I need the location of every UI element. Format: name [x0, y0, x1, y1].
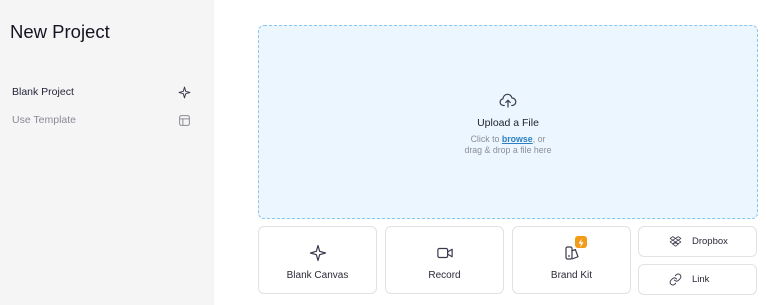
- brand-kit-button[interactable]: Brand Kit: [512, 226, 631, 294]
- upload-hint-line2: drag & drop a file here: [464, 144, 552, 155]
- sidebar: New Project Blank Project Use Template: [0, 0, 214, 305]
- link-icon: [669, 273, 682, 286]
- upload-hint-suffix: , or: [532, 134, 546, 144]
- dropbox-button[interactable]: Dropbox: [638, 226, 757, 257]
- dropbox-label: Dropbox: [692, 236, 728, 247]
- record-label: Record: [428, 270, 461, 281]
- link-button[interactable]: Link: [638, 264, 757, 295]
- upload-dropzone[interactable]: Upload a File Click to browse, or drag &…: [258, 25, 758, 219]
- link-label: Link: [692, 274, 710, 285]
- upload-title: Upload a File: [477, 117, 539, 129]
- upload-hint: Click to browse, or drag & drop a file h…: [259, 134, 757, 155]
- sidebar-item-use-template[interactable]: Use Template: [0, 108, 214, 134]
- layout-template-icon: [179, 115, 190, 126]
- sidebar-item-label: Use Template: [12, 114, 77, 126]
- lightning-bolt-icon: [578, 238, 584, 248]
- sidebar-item-blank-project[interactable]: Blank Project: [0, 80, 214, 106]
- sparkle-icon: [309, 244, 326, 262]
- sparkle-icon: [178, 86, 191, 99]
- upload-hint-prefix: Click to: [470, 134, 502, 144]
- video-camera-icon: [436, 247, 453, 259]
- record-button[interactable]: Record: [385, 226, 504, 294]
- blank-canvas-button[interactable]: Blank Canvas: [258, 226, 377, 294]
- browse-link[interactable]: browse: [502, 134, 533, 144]
- brand-kit-label: Brand Kit: [550, 270, 593, 281]
- blank-canvas-label: Blank Canvas: [286, 270, 349, 281]
- dropbox-icon: [669, 236, 682, 247]
- premium-badge: [575, 236, 587, 248]
- cloud-upload-icon: [499, 93, 517, 108]
- page-title: New Project: [10, 21, 110, 42]
- sidebar-item-label: Blank Project: [12, 86, 74, 98]
